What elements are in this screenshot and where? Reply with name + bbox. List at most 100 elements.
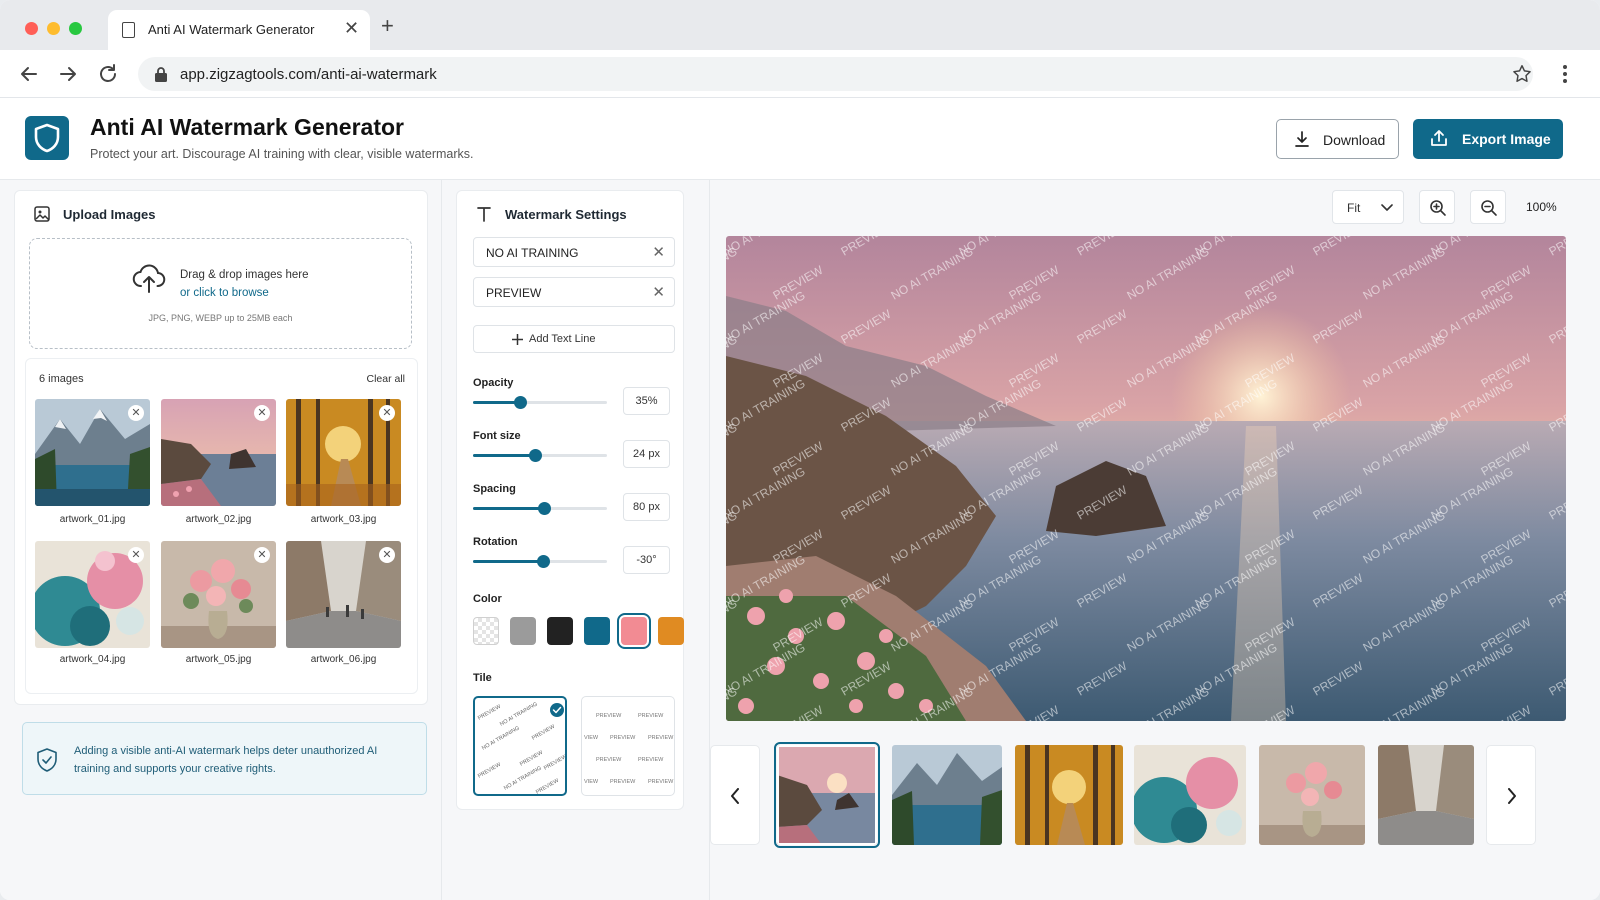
chevron-down-icon: [1381, 204, 1393, 211]
image-thumbnail[interactable]: ✕: [286, 399, 401, 506]
browse-link[interactable]: or click to browse: [180, 287, 269, 299]
svg-text:PREVIEW: PREVIEW: [535, 777, 561, 795]
image-count: 6 images: [39, 373, 84, 385]
color-swatch[interactable]: [617, 613, 651, 649]
image-filename: artwork_06.jpg: [310, 654, 377, 665]
upload-panel: Upload Images Drag & drop images here or…: [0, 180, 442, 900]
color-swatch[interactable]: [473, 617, 499, 645]
page-icon: [122, 22, 135, 38]
svg-text:VIEW: VIEW: [584, 735, 599, 741]
spacing-slider[interactable]: [473, 502, 607, 515]
color-swatch[interactable]: [584, 617, 610, 645]
previous-image-button[interactable]: [710, 745, 760, 845]
bookmark-star-icon[interactable]: [1511, 63, 1533, 85]
font-size-slider[interactable]: [473, 449, 607, 462]
svg-text:NO AI TRAINING: NO AI TRAINING: [503, 765, 543, 791]
rotation-label: Rotation: [473, 536, 518, 548]
watermark-text-field[interactable]: NO AI TRAINING ✕: [473, 237, 675, 267]
watermarked-preview-image[interactable]: NO AI TRAININGNO AI TRAININGPREVIEWNO AI…: [726, 236, 1566, 721]
spacing-slider-handle[interactable]: [538, 502, 552, 515]
tile-grid-option[interactable]: PREVIEW PREVIEW VIEW PREVIEW PREVIEW PREVIE…: [581, 696, 675, 796]
export-image-button-label: Export Image: [1462, 131, 1551, 147]
image-filename: artwork_02.jpg: [185, 514, 252, 525]
color-swatch[interactable]: [510, 617, 536, 645]
zoom-in-button[interactable]: [1419, 190, 1455, 224]
svg-text:PREVIEW: PREVIEW: [543, 753, 567, 771]
svg-text:NO AI TRAINING: NO AI TRAINING: [499, 701, 539, 727]
rotation-slider-handle[interactable]: [536, 555, 550, 568]
remove-image-icon[interactable]: ✕: [128, 405, 144, 421]
strip-thumbnail[interactable]: [1378, 745, 1474, 845]
image-thumbnail[interactable]: ✕: [161, 541, 276, 648]
color-swatch[interactable]: [658, 617, 684, 645]
page-title: Anti AI Watermark Generator: [90, 114, 404, 140]
browser-tab[interactable]: Anti AI Watermark Generator ✕: [108, 10, 370, 50]
add-text-line-button[interactable]: Add Text Line: [473, 325, 675, 353]
font-size-value[interactable]: 24 px: [623, 440, 670, 468]
zoom-out-button[interactable]: [1470, 190, 1506, 224]
dropzone-instruction: Drag & drop images here: [180, 269, 309, 281]
remove-image-icon[interactable]: ✕: [379, 405, 395, 421]
fit-select[interactable]: Fit: [1332, 190, 1404, 224]
watermark-text-field[interactable]: PREVIEW ✕: [473, 277, 675, 307]
dropzone-hint: JPG, PNG, WEBP up to 25MB each: [148, 313, 293, 323]
remove-image-icon[interactable]: ✕: [128, 547, 144, 563]
opacity-value[interactable]: 35%: [623, 387, 670, 415]
image-filename: artwork_05.jpg: [185, 654, 252, 665]
image-thumbnail[interactable]: ✕: [35, 399, 150, 506]
settings-panel: Watermark Settings NO AI TRAINING ✕ PREV…: [442, 180, 710, 900]
color-swatch[interactable]: [547, 617, 573, 645]
image-list: 6 images Clear all ✕ artwork_01.jpg ✕ ar…: [25, 358, 418, 694]
new-tab-icon[interactable]: +: [381, 14, 394, 38]
clear-text-icon[interactable]: ✕: [652, 283, 665, 301]
remove-image-icon[interactable]: ✕: [379, 547, 395, 563]
svg-text:PREVIEW: PREVIEW: [596, 757, 622, 763]
clear-text-icon[interactable]: ✕: [652, 243, 665, 261]
tab-title: Anti AI Watermark Generator: [148, 22, 315, 37]
preview-panel: Fit 100% PREVIEW PREVIEW NO AI TRAINING …: [710, 180, 1600, 900]
zoom-level: 100%: [1526, 200, 1557, 214]
export-image-button[interactable]: Export Image: [1413, 119, 1563, 159]
clear-all-button[interactable]: Clear all: [366, 373, 405, 385]
next-image-button[interactable]: [1486, 745, 1536, 845]
watermark-text-value: NO AI TRAINING: [486, 246, 579, 260]
reload-icon[interactable]: [96, 62, 120, 86]
svg-text:PREVIEW: PREVIEW: [477, 761, 503, 779]
url-field[interactable]: app.zigzagtools.com/anti-ai-watermark: [138, 57, 1533, 91]
image-thumbnail[interactable]: ✕: [286, 541, 401, 648]
strip-thumbnail[interactable]: [1259, 745, 1365, 845]
zoom-out-icon: [1481, 200, 1497, 216]
back-arrow-icon[interactable]: [17, 62, 41, 86]
strip-thumbnail-selected[interactable]: [774, 742, 880, 848]
svg-text:PREVIEW: PREVIEW: [531, 723, 557, 741]
browser-menu-icon[interactable]: [1560, 62, 1570, 86]
address-bar: app.zigzagtools.com/anti-ai-watermark: [0, 50, 1600, 98]
svg-text:PREVIEW: PREVIEW: [477, 703, 503, 721]
rotation-slider[interactable]: [473, 555, 607, 568]
strip-thumbnail[interactable]: [1015, 745, 1123, 845]
remove-image-icon[interactable]: ✕: [254, 547, 270, 563]
image-thumbnail[interactable]: ✕: [161, 399, 276, 506]
font-size-slider-handle[interactable]: [528, 449, 542, 462]
close-tab-icon[interactable]: ✕: [344, 18, 359, 38]
opacity-label: Opacity: [473, 377, 514, 389]
lock-icon: [155, 67, 167, 82]
maximize-window-icon[interactable]: [69, 22, 82, 35]
info-text: Adding a visible anti-AI watermark helps…: [74, 745, 378, 775]
image-filename: artwork_03.jpg: [310, 514, 377, 525]
image-thumbnail[interactable]: ✕: [35, 541, 150, 648]
tile-diagonal-option[interactable]: PREVIEW NO AI TRAINING NO AI TRAINING PR…: [473, 696, 567, 796]
rotation-value[interactable]: -30°: [623, 546, 670, 574]
svg-text:PREVIEW: PREVIEW: [638, 713, 664, 719]
opacity-slider[interactable]: [473, 396, 607, 409]
download-button[interactable]: Download: [1276, 119, 1399, 159]
image-dropzone[interactable]: Drag & drop images here or click to brow…: [29, 238, 412, 349]
forward-arrow-icon[interactable]: [56, 62, 80, 86]
strip-thumbnail[interactable]: [1134, 745, 1246, 845]
close-window-icon[interactable]: [25, 22, 38, 35]
remove-image-icon[interactable]: ✕: [254, 405, 270, 421]
spacing-value[interactable]: 80 px: [623, 493, 670, 521]
strip-thumbnail[interactable]: [892, 745, 1002, 845]
minimize-window-icon[interactable]: [47, 22, 60, 35]
opacity-slider-handle[interactable]: [513, 396, 527, 409]
